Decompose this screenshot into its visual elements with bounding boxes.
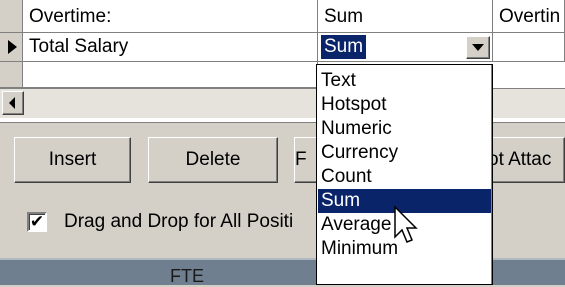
- chevron-down-icon: [472, 44, 484, 51]
- row-header[interactable]: [0, 62, 23, 88]
- aggregate-combo[interactable]: Sum: [318, 33, 493, 62]
- aggregate-dropdown-list[interactable]: Text Hotspot Numeric Currency Count Sum …: [316, 64, 493, 285]
- option-numeric[interactable]: Numeric: [318, 117, 491, 141]
- row-header[interactable]: [0, 0, 23, 33]
- extra-cell[interactable]: Overtin: [493, 0, 565, 33]
- drag-drop-label: Drag and Drop for All Positi: [64, 211, 294, 232]
- delete-button[interactable]: Delete: [148, 137, 278, 183]
- right-triangle-icon: [8, 40, 17, 54]
- scroll-left-button[interactable]: [2, 91, 24, 115]
- insert-button[interactable]: Insert: [14, 137, 131, 183]
- drag-drop-checkbox[interactable]: ✔: [27, 212, 47, 232]
- option-currency[interactable]: Currency: [318, 141, 491, 165]
- field-name-cell[interactable]: Total Salary: [23, 33, 318, 62]
- dropdown-button[interactable]: [466, 36, 490, 59]
- combo-selected-value: Sum: [321, 35, 367, 59]
- field-name-cell[interactable]: [23, 62, 318, 88]
- strip-label: FTE: [170, 266, 204, 286]
- mouse-pointer-icon: [394, 205, 418, 243]
- aggregate-cell[interactable]: Sum: [318, 0, 493, 33]
- option-count[interactable]: Count: [318, 165, 491, 189]
- option-hotspot[interactable]: Hotspot: [318, 93, 491, 117]
- extra-cell[interactable]: [493, 33, 565, 62]
- row-header[interactable]: [0, 33, 23, 62]
- checkmark-icon: ✔: [29, 212, 45, 231]
- arrow-left-icon: [9, 97, 15, 109]
- field-name-cell[interactable]: Overtime:: [23, 0, 318, 33]
- option-text[interactable]: Text: [318, 69, 491, 93]
- list-scrollbar[interactable]: [491, 65, 492, 284]
